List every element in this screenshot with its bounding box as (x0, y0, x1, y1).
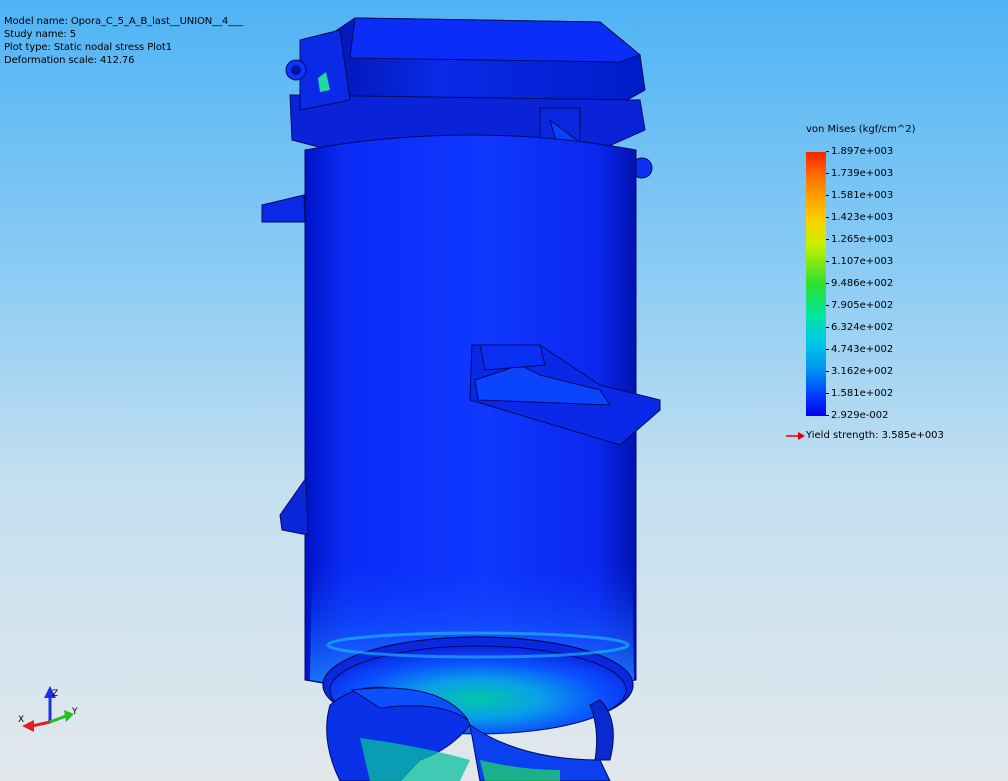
legend-value: 6.324e+002 (826, 322, 893, 333)
x-axis-label: X (18, 715, 24, 725)
axis-triad[interactable]: Z Y X (14, 684, 84, 740)
yield-strength-label: Yield strength: 3.585e+003 (806, 430, 944, 441)
legend-value: 2.929e-002 (826, 410, 888, 421)
legend-color-bar (806, 152, 826, 416)
deformation-scale-label: Deformation scale: 412.76 (4, 55, 135, 66)
plot-type-label: Plot type: Static nodal stress Plot1 (4, 42, 172, 53)
legend-value: 9.486e+002 (826, 278, 893, 289)
legend-ticks: 1.897e+003 1.739e+003 1.581e+003 1.423e+… (826, 146, 976, 421)
legend-value: 1.897e+003 (826, 146, 893, 157)
red-arrow-icon (786, 431, 805, 440)
legend-value: 4.743e+002 (826, 344, 893, 355)
legend-value: 7.905e+002 (826, 300, 893, 311)
legend-value: 1.581e+003 (826, 190, 893, 201)
legend-value: 3.162e+002 (826, 366, 893, 377)
yield-strength: Yield strength: 3.585e+003 (786, 430, 944, 441)
legend-value: 1.739e+003 (826, 168, 893, 179)
z-axis-label: Z (52, 689, 58, 699)
legend-title: von Mises (kgf/cm^2) (806, 124, 916, 135)
model-name-label: Model name: Opora_C_5_A_B_last__UNION__4… (4, 16, 243, 27)
plot-info: Model name: Opora_C_5_A_B_last__UNION__4… (4, 15, 243, 67)
y-axis-label: Y (71, 707, 78, 717)
legend-value: 1.265e+003 (826, 234, 893, 245)
study-name-label: Study name: 5 (4, 29, 77, 40)
legend-value: 1.581e+002 (826, 388, 893, 399)
legend-value: 1.107e+003 (826, 256, 893, 267)
legend-value: 1.423e+003 (826, 212, 893, 223)
stress-legend[interactable]: von Mises (kgf/cm^2) 1.897e+003 1.739e+0… (786, 122, 990, 452)
